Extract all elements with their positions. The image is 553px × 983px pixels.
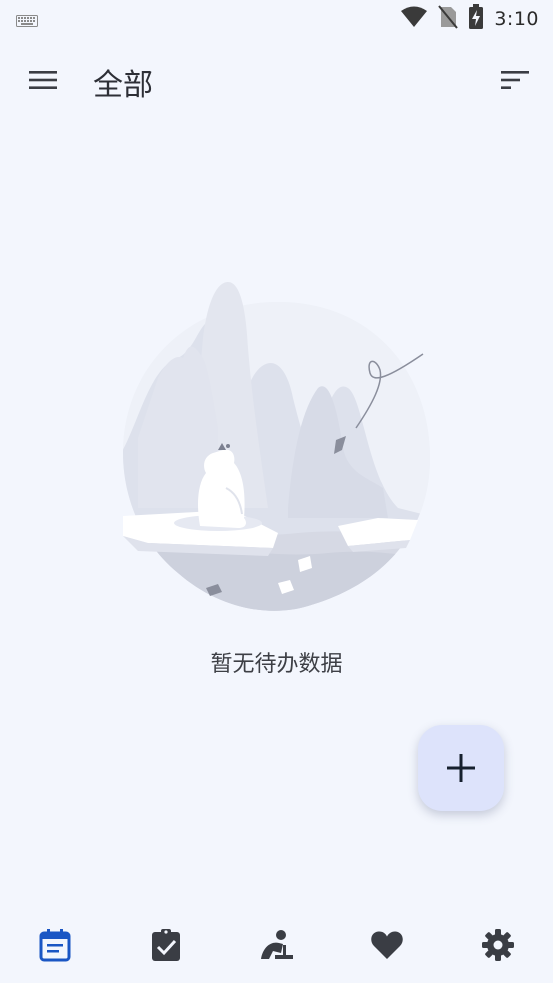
no-sim-icon xyxy=(438,5,459,33)
battery-charging-icon xyxy=(468,4,484,34)
app-bar: 全部 xyxy=(0,48,553,112)
nav-item-favorites[interactable] xyxy=(359,923,415,967)
add-todo-button[interactable] xyxy=(418,725,504,811)
status-bar: 3:10 xyxy=(0,0,553,38)
empty-state-message: 暂无待办数据 xyxy=(210,652,343,677)
plus-icon xyxy=(447,754,475,782)
bottom-navigation xyxy=(0,905,553,983)
nav-item-tasks[interactable] xyxy=(138,923,194,967)
empty-state-illustration xyxy=(118,278,438,618)
page-title: 全部 xyxy=(93,68,153,103)
wifi-icon xyxy=(400,6,428,32)
keyboard-icon xyxy=(16,12,38,31)
nav-item-settings[interactable] xyxy=(470,923,526,967)
menu-button[interactable] xyxy=(23,62,63,98)
nav-item-calendar[interactable] xyxy=(27,923,83,967)
nav-item-focus[interactable] xyxy=(249,923,305,967)
person-desk-icon xyxy=(261,930,293,959)
clipboard-check-icon xyxy=(152,929,180,961)
sort-button[interactable] xyxy=(495,62,535,98)
gear-icon xyxy=(482,929,514,961)
sort-icon xyxy=(501,71,529,89)
menu-icon xyxy=(29,71,57,89)
heart-icon xyxy=(371,931,403,959)
calendar-icon xyxy=(39,929,71,962)
status-time: 3:10 xyxy=(494,8,539,30)
